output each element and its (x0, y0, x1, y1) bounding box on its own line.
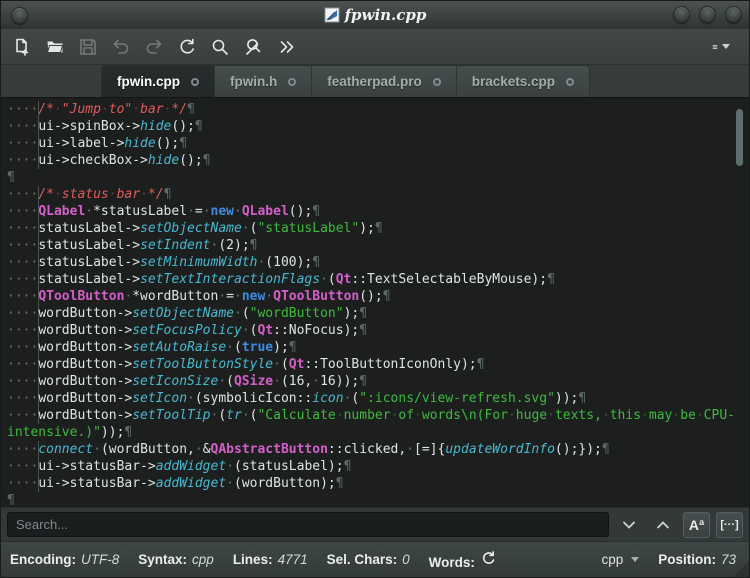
tab-label: fpwin.cpp (117, 74, 180, 89)
previous-match-button[interactable] (649, 512, 677, 538)
double-chevron-icon (280, 40, 294, 53)
whole-words-button[interactable]: [···] (716, 511, 743, 538)
find-replace-button[interactable] (240, 34, 266, 60)
tab-featherpad-pro[interactable]: featherpad.pro (312, 66, 457, 97)
search-bar: Aª [···] (1, 507, 749, 541)
code-line: ¶ (7, 170, 15, 185)
open-folder-icon (47, 41, 63, 53)
code-line: ····wordButton->setIcon·(symbolicIcon::i… (7, 390, 587, 407)
new-file-button[interactable] (9, 34, 35, 60)
syntax-selector[interactable]: cpp (601, 552, 640, 567)
code-line: ····wordButton->setObjectName·("wordButt… (7, 305, 368, 322)
code-line: ····statusLabel->setMinimumWidth·(100);¶ (7, 254, 321, 271)
reload-icon (180, 38, 194, 54)
find-button[interactable] (207, 34, 233, 60)
find-replace-icon (246, 38, 261, 55)
code-line: ····statusLabel->setObjectName·("statusL… (7, 220, 383, 237)
tab-close-icon[interactable] (432, 77, 441, 86)
window-menu-button[interactable] (11, 6, 28, 24)
lines-value: 4771 (277, 552, 308, 567)
code-line: ····ui->checkBox->hide();¶ (7, 152, 211, 169)
words-label: Words: (428, 554, 475, 570)
code-line: ····ui->statusBar->addWidget·(statusLabe… (7, 458, 352, 475)
new-file-icon (16, 38, 29, 56)
search-icon (212, 39, 228, 55)
combo-caret-icon (631, 557, 640, 562)
code-line: intensive.)"));¶ (7, 425, 133, 440)
code-line: ····connect·(wordButton,·&QAbstractButto… (7, 441, 610, 458)
code-line: ····wordButton->setToolTip·(tr·("Calcula… (7, 407, 735, 424)
encoding-label: Encoding: (10, 552, 76, 567)
tab-label: fpwin.h (230, 74, 278, 89)
case-sensitive-icon: Aª (688, 516, 705, 533)
tab-close-icon[interactable] (191, 77, 199, 86)
maximize-button[interactable] (699, 6, 716, 23)
reload-button[interactable] (174, 34, 200, 60)
refresh-icon (482, 550, 495, 564)
open-file-button[interactable] (42, 34, 68, 60)
syntax-value: cpp (192, 552, 214, 567)
code-line: ¶ (7, 493, 15, 507)
code-line: ····ui->statusBar->addWidget·(wordButton… (7, 475, 344, 492)
redo-icon (146, 39, 162, 54)
tab-label: featherpad.pro (327, 74, 422, 89)
statusbar: Encoding: UTF-8 Syntax: cpp Lines: 4771 … (1, 541, 749, 577)
position-label: Position: (658, 552, 716, 567)
code-line: ····ui->label->hide();¶ (7, 135, 188, 152)
sel-chars-label: Sel. Chars: (326, 552, 398, 567)
save-button[interactable] (75, 34, 101, 60)
case-sensitive-button[interactable]: Aª (683, 511, 710, 538)
syntax-selector-value: cpp (601, 552, 624, 567)
save-icon (80, 38, 96, 55)
lines-label: Lines: (232, 552, 273, 567)
tab-brackets-cpp[interactable]: brackets.cpp (457, 66, 589, 97)
more-tools-button[interactable] (273, 34, 299, 60)
chevron-up-icon (657, 520, 669, 528)
tab-close-icon[interactable] (566, 77, 575, 86)
code-line: ····/*·status·bar·*/¶ (7, 186, 172, 203)
hamburger-menu-icon (712, 44, 718, 49)
redo-button[interactable] (141, 34, 167, 60)
word-count-refresh-button[interactable] (480, 550, 497, 567)
sel-chars-value: 0 (402, 552, 410, 567)
code-line: ····wordButton->setAutoRaise·(true);¶ (7, 339, 297, 356)
syntax-label: Syntax: (138, 552, 188, 567)
featherpad-window: fpwin.cpp fpwin.cpp fpwin.h featherpad.p… (0, 0, 750, 578)
main-menu-button[interactable] (708, 34, 734, 60)
whole-words-icon: [···] (720, 518, 739, 531)
minimize-button[interactable] (673, 6, 690, 23)
tab-label: brackets.cpp (471, 74, 556, 89)
code-line: ····QToolButton·*wordButton·=·new·QToolB… (7, 288, 391, 305)
code-line: ····/*·"Jump·to"·bar·*/¶ (7, 101, 195, 118)
next-match-button[interactable] (615, 512, 643, 538)
featherpad-app-icon (324, 7, 340, 23)
tab-fpwin-cpp[interactable]: fpwin.cpp (102, 66, 215, 97)
code-area[interactable]: ····/*·"Jump·to"·bar·*/¶ ····ui->spinBox-… (1, 98, 749, 507)
chevron-down-icon (623, 521, 635, 529)
titlebar: fpwin.cpp (1, 1, 749, 29)
window-title: fpwin.cpp (344, 6, 427, 24)
toolbar (1, 29, 749, 65)
code-line: ····wordButton->setFocusPolicy·(Qt::NoFo… (7, 322, 368, 339)
code-line: ····wordButton->setIconSize·(QSize·(16,·… (7, 373, 368, 390)
code-line: ····statusLabel->setIndent·(2);¶ (7, 237, 258, 254)
code-lines: ····/*·"Jump·to"·bar·*/¶ ····ui->spinBox-… (7, 101, 749, 507)
undo-icon (113, 39, 129, 54)
code-line: ····QLabel·*statusLabel·=·new·QLabel();¶ (7, 203, 321, 220)
code-line: ····wordButton->setToolButtonStyle·(Qt::… (7, 356, 485, 373)
vertical-scrollbar[interactable] (736, 109, 743, 166)
undo-button[interactable] (108, 34, 134, 60)
code-line: ····statusLabel->setTextInteractionFlags… (7, 271, 555, 288)
close-button[interactable] (725, 6, 742, 23)
tab-close-icon[interactable] (288, 77, 297, 86)
tabbar: fpwin.cpp fpwin.h featherpad.pro bracket… (1, 65, 749, 98)
encoding-value: UTF-8 (81, 552, 120, 567)
menu-caret-icon (722, 44, 730, 49)
resize-grip[interactable] (733, 561, 749, 577)
code-line: ····ui->spinBox->hide();¶ (7, 118, 203, 135)
tab-fpwin-h[interactable]: fpwin.h (215, 66, 313, 97)
search-input[interactable] (7, 512, 609, 537)
